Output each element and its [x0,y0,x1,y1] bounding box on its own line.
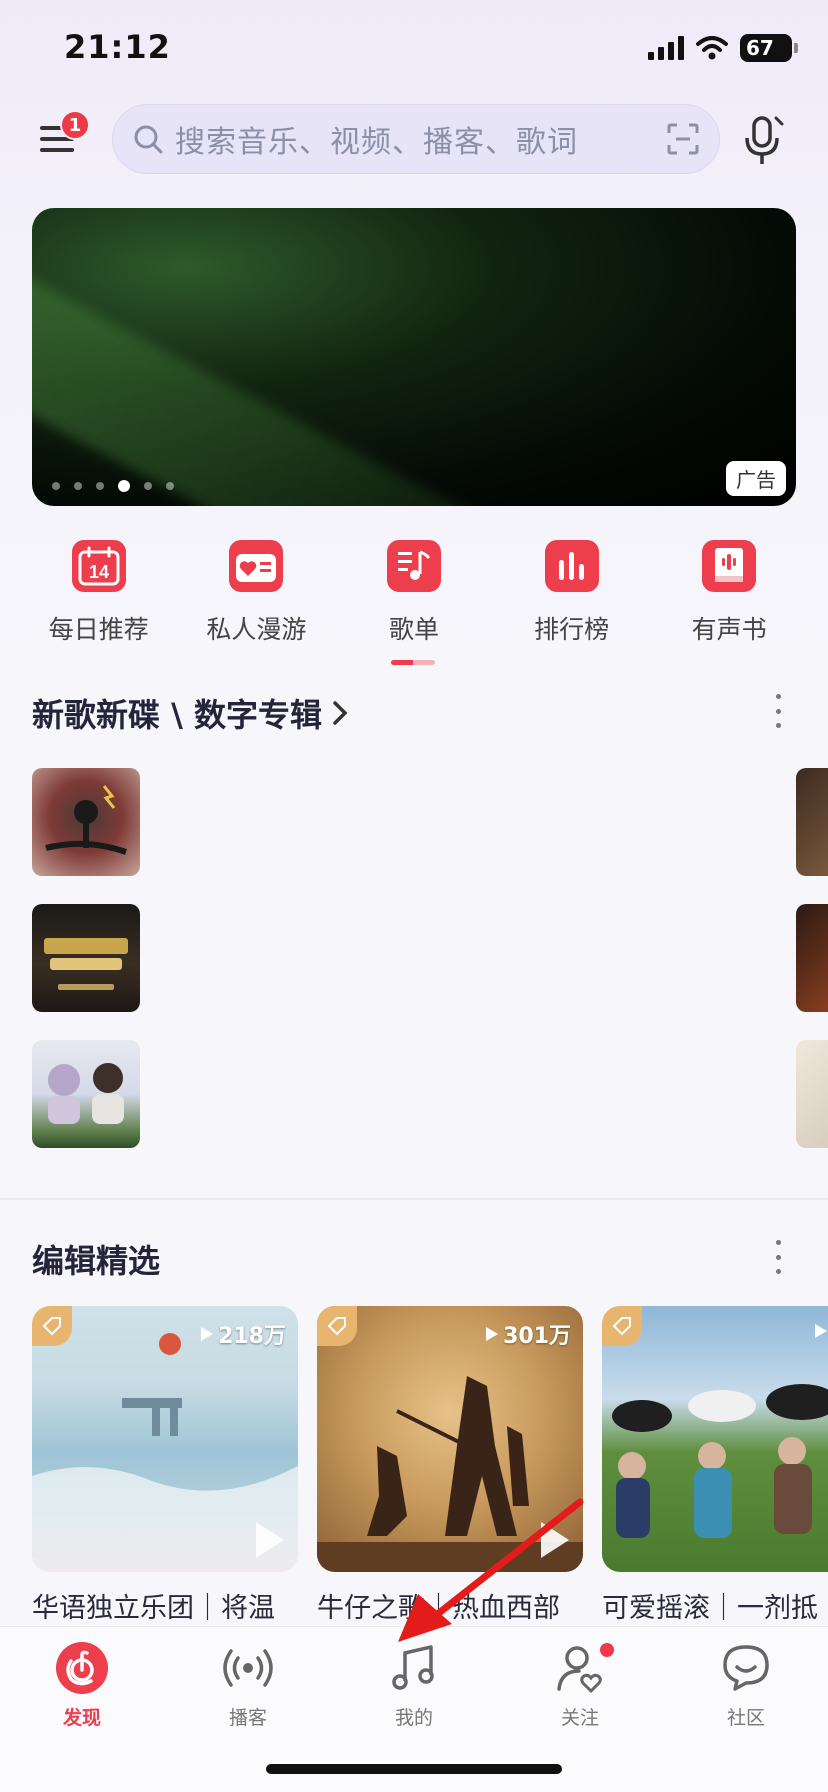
shortcut-row: 14 每日推荐 私人漫游 歌单 排行榜 有声书 [0,540,828,646]
playlist-title: 可爱摇滚｜一剂抵 [602,1593,818,1624]
tab-label: 关注 [560,1707,599,1729]
section-title: 新歌新碟 \ 数字专辑 [32,696,322,734]
tab-my-music[interactable]: 我的 [354,1641,474,1730]
album-art [48,1063,124,1124]
shortcut-label: 排行榜 [534,615,610,644]
radio-heart-icon [229,540,284,592]
play-count: 390 [814,1318,828,1343]
tab-community[interactable]: 社区 [686,1641,806,1730]
shortcut-label: 歌单 [388,615,439,644]
tab-follow[interactable]: 关注 [520,1641,640,1730]
play-icon [201,1327,214,1341]
banner-light-beam [32,248,608,506]
album-cover[interactable] [32,1040,140,1148]
tab-label: 我的 [394,1707,433,1729]
tag-icon [32,1306,72,1346]
audiobook-icon [702,540,757,592]
notification-dot [600,1643,614,1657]
shortcut-charts[interactable]: 排行榜 [497,540,647,646]
shortcut-label: 私人漫游 [206,615,307,644]
album-cover[interactable] [796,768,828,876]
new-releases-header[interactable]: 新歌新碟 \ 数字专辑 [32,690,348,736]
album-cover[interactable] [32,904,140,1012]
banner-pagination [52,480,174,492]
play-count-value: 301万 [503,1324,571,1349]
pagination-dot [166,482,174,490]
discover-icon [56,1642,108,1694]
music-note-icon [386,540,441,592]
shortcut-scroll-indicator [391,660,435,665]
playlist-card[interactable]: 218万 华语独立乐团｜将温 [32,1306,298,1625]
annotation-arrow-icon [398,1498,584,1642]
album-cover[interactable] [796,1040,828,1148]
community-icon [723,1645,769,1691]
battery-indicator: 67 [740,34,798,62]
tag-icon [317,1306,357,1346]
tag-icon [602,1306,642,1346]
playlist-cover: 218万 [32,1306,298,1572]
promo-banner[interactable]: 广告 [32,208,796,506]
status-icons: 67 [648,34,798,62]
shortcut-audiobooks[interactable]: 有声书 [654,540,804,646]
tab-discover[interactable]: 发现 [22,1641,142,1730]
album-cover[interactable] [32,768,140,876]
podcast-icon [223,1649,273,1687]
scan-icon[interactable] [667,123,699,155]
section-divider [0,1198,828,1200]
signal-icon [648,36,684,60]
pagination-dot-active [118,480,130,492]
album-art [45,785,127,855]
shortcut-playlists[interactable]: 歌单 [339,540,489,646]
play-count: 301万 [485,1318,571,1350]
pagination-dot [74,482,82,490]
play-icon [815,1323,828,1338]
play-count-value: 218万 [218,1324,286,1349]
more-options-icon[interactable] [774,1240,782,1274]
play-button-icon[interactable] [256,1522,284,1558]
album-cover[interactable] [796,904,828,1012]
play-icon [486,1327,499,1341]
section-title: 编辑精选 [32,1242,161,1280]
ad-label: 广告 [726,461,786,496]
home-indicator [266,1764,562,1774]
playlist-title: 华语独立乐团｜将温 [32,1593,275,1624]
chevron-right-icon [333,701,348,725]
search-placeholder: 搜索音乐、视频、播客、歌词 [175,125,578,160]
play-count: 218万 [200,1318,286,1350]
playlist-art [612,1384,828,1538]
status-time: 21:12 [64,28,171,66]
pagination-dot [96,482,104,490]
tab-label: 播客 [228,1707,267,1729]
tab-podcast[interactable]: 播客 [188,1641,308,1730]
shortcut-label: 每日推荐 [48,615,149,644]
search-bar[interactable]: 搜索音乐、视频、播客、歌词 [112,104,720,174]
search-icon [134,125,163,154]
tab-label: 发现 [62,1707,101,1729]
calendar-day: 14 [89,562,109,582]
tab-label: 社区 [726,1707,765,1729]
voice-search-icon[interactable] [744,114,786,166]
shortcut-label: 有声书 [691,615,767,644]
menu-badge: 1 [60,110,90,140]
calendar-icon: 14 [71,540,126,592]
album-art [44,938,128,990]
playlist-cover: 390 [602,1306,828,1572]
pagination-dot [144,482,152,490]
bar-chart-icon [544,540,599,592]
my-music-icon [392,1645,434,1690]
playlist-card[interactable]: 390 可爱摇滚｜一剂抵 [602,1306,828,1625]
follow-icon [557,1646,602,1694]
more-options-icon[interactable] [774,694,782,728]
wifi-icon [696,36,728,60]
shortcut-roaming[interactable]: 私人漫游 [181,540,331,646]
pagination-dot [52,482,60,490]
shortcut-daily[interactable]: 14 每日推荐 [24,540,174,646]
